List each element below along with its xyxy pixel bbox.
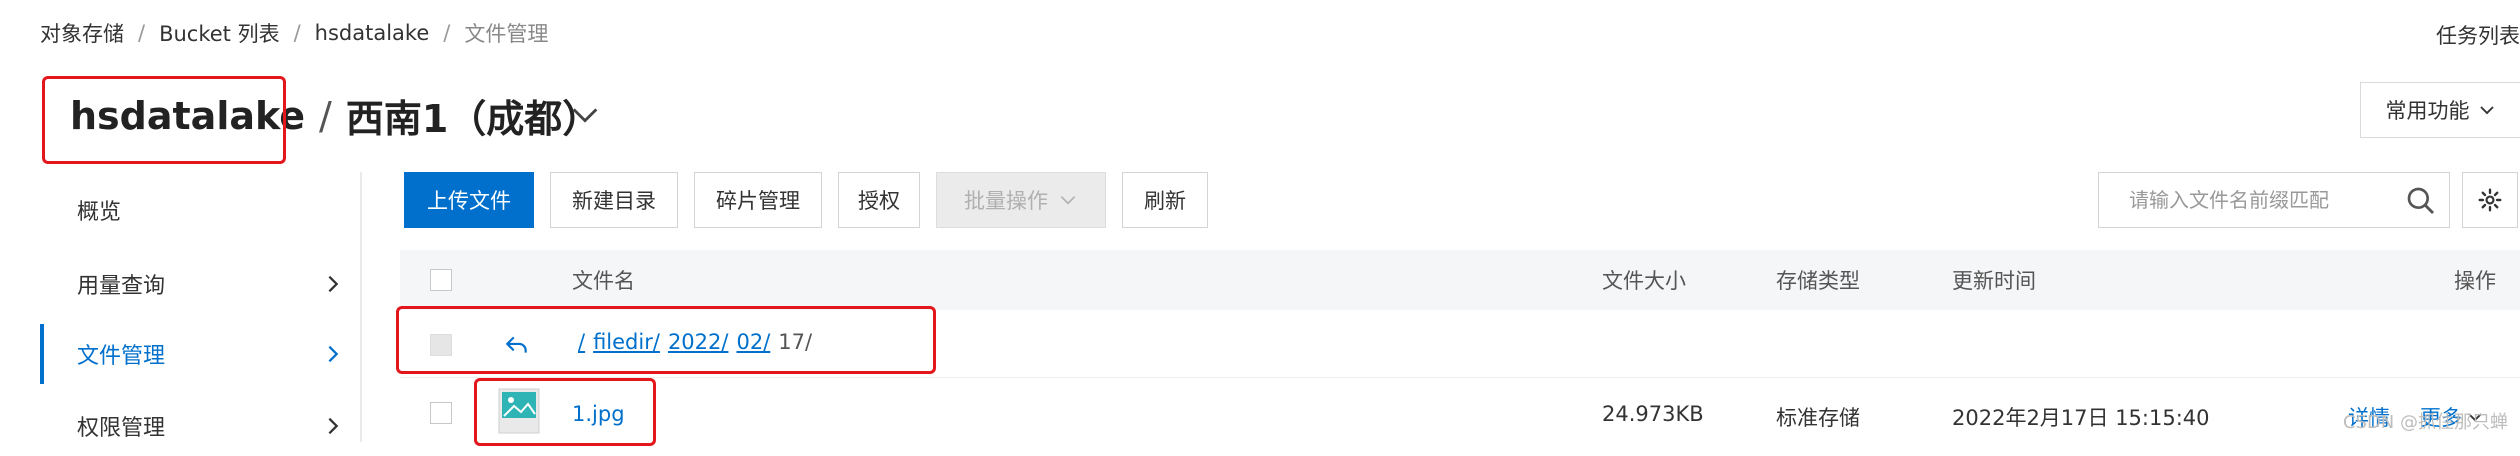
sidebar-item-usage[interactable]: 用量查询 — [40, 254, 350, 314]
batch-operations-button[interactable]: 批量操作 — [936, 172, 1106, 228]
storage-type: 标准存储 — [1776, 406, 1860, 430]
highlight-box-file — [474, 378, 656, 446]
gear-icon — [2478, 188, 2502, 212]
fragment-management-button[interactable]: 碎片管理 — [694, 172, 822, 228]
batch-operations-label: 批量操作 — [964, 189, 1048, 213]
chevron-right-icon — [328, 345, 339, 363]
region-name: 西南1（成都） — [345, 97, 601, 141]
sidebar-item-label: 权限管理 — [77, 416, 166, 441]
breadcrumb-separator: / — [443, 21, 451, 45]
watermark: CSDN @抓住那只蝉 — [2342, 412, 2508, 433]
column-header-size[interactable]: 文件大小 — [1602, 250, 1686, 310]
sidebar-item-label: 文件管理 — [77, 344, 166, 369]
search-box — [2098, 172, 2450, 228]
updated-time: 2022年2月17日 15:15:40 — [1952, 406, 2210, 430]
common-functions-label: 常用功能 — [2385, 99, 2470, 123]
search-input[interactable] — [2127, 187, 2401, 213]
breadcrumb-separator: / — [293, 21, 301, 45]
chevron-down-icon[interactable] — [568, 98, 602, 132]
settings-button[interactable] — [2462, 172, 2518, 228]
sidebar-item-label: 用量查询 — [77, 274, 166, 299]
common-functions-button[interactable]: 常用功能 — [2360, 82, 2520, 138]
breadcrumb: 对象存储 / Bucket 列表 / hsdatalake / 文件管理 — [40, 18, 548, 48]
sidebar-item-permissions[interactable]: 权限管理 — [40, 396, 350, 456]
row-checkbox[interactable] — [430, 402, 452, 424]
breadcrumb-separator: / — [138, 21, 146, 45]
chevron-down-icon — [2479, 106, 2494, 115]
title-separator: / — [319, 93, 332, 138]
select-all-checkbox[interactable] — [430, 269, 452, 291]
chevron-right-icon — [328, 417, 339, 435]
task-list-link[interactable]: 任务列表 — [2436, 20, 2520, 50]
sidebar-item-overview[interactable]: 概览 — [40, 180, 350, 240]
table-row: 1.jpg 24.973KB 标准存储 2022年2月17日 15:15:40 … — [400, 380, 2520, 442]
file-size: 24.973KB — [1602, 402, 1704, 426]
breadcrumb-bucket-list[interactable]: Bucket 列表 — [159, 18, 280, 48]
breadcrumb-bucket[interactable]: hsdatalake — [315, 21, 430, 45]
upload-file-button[interactable]: 上传文件 — [404, 172, 534, 228]
chevron-right-icon — [328, 275, 339, 293]
authorize-button[interactable]: 授权 — [838, 172, 920, 228]
new-directory-button[interactable]: 新建目录 — [550, 172, 678, 228]
column-header-storage: 存储类型 — [1776, 269, 1860, 293]
sidebar-item-label: 概览 — [77, 200, 122, 225]
column-header-actions: 操作 — [2454, 269, 2496, 293]
refresh-button[interactable]: 刷新 — [1122, 172, 1208, 228]
sidebar-item-file-management[interactable]: 文件管理 — [40, 324, 350, 384]
search-icon[interactable] — [2405, 185, 2437, 217]
breadcrumb-current: 文件管理 — [464, 22, 549, 46]
highlight-box-bucket-name — [42, 76, 286, 164]
highlight-box-path — [396, 306, 936, 374]
column-header-name: 文件名 — [572, 269, 635, 293]
sidebar-divider — [360, 172, 362, 442]
column-header-updated[interactable]: 更新时间 — [1952, 250, 2036, 310]
table-header: 文件名 文件大小 存储类型 更新时间 操作 — [400, 250, 2520, 310]
breadcrumb-object-storage[interactable]: 对象存储 — [40, 18, 124, 48]
chevron-down-icon — [1060, 196, 1076, 205]
